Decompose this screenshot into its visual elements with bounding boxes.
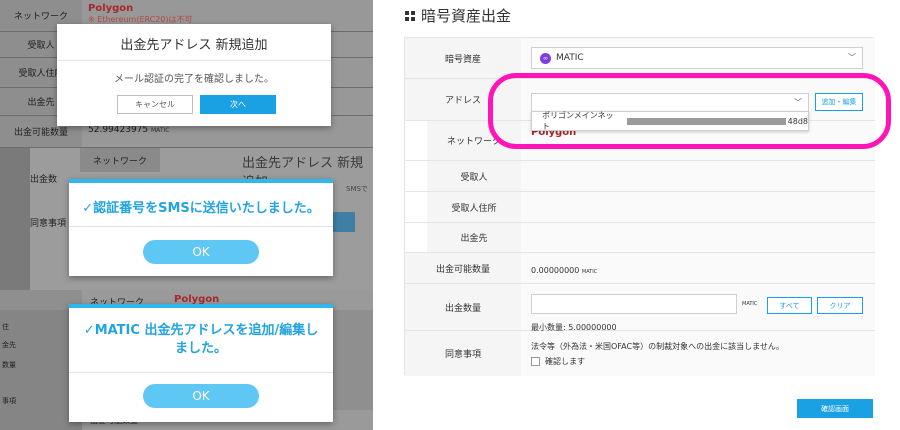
bg-bottom-side-label: 事項 [2,397,16,405]
modal-title: 出金先アドレス 新規追加 [120,38,268,53]
asset-label: 暗号資産 [405,38,521,78]
chevron-down-icon: ﹀ [794,98,802,107]
modal-divider [57,60,331,61]
withdrawal-form: 暗号資産 ∞ MATIC ﹀ アドレス ﹀ 追加・編集 ネットワーク Polyg… [404,37,875,376]
ok-button[interactable]: OK [143,240,259,264]
masked-address [627,117,786,125]
modal-message: ✓認証番号をSMSに送信いたしました。 [82,201,320,216]
modal-message: メール認証の完了を確認しました。 [114,74,274,85]
asset-selected-value: MATIC [556,53,584,63]
clear-button[interactable]: クリア [817,297,863,314]
destination-label: 出金先 [427,223,521,252]
quantity-label: 出金数量 [405,284,521,330]
destination-cell [521,223,875,252]
recipient-label: 受取人 [427,161,521,191]
confirm-screen-button[interactable]: 確認画面 [797,399,873,418]
address-added-modal: ✓MATIC 出金先アドレスを追加/編集しました。 OK [69,304,333,422]
available-unit: MATIC [581,269,598,275]
recipient-cell [521,161,875,191]
sms-sent-modal: ✓認証番号をSMSに送信いたしました。 OK [69,179,333,276]
page-title-text: 暗号資産出金 [421,7,512,25]
row-quantity: 出金数量 MATIC すべて クリア 最小数量: 5.00000000 [405,284,875,332]
row-destination: 出金先 [405,223,875,253]
row-asset: 暗号資産 ∞ MATIC ﹀ [405,38,875,79]
bg-bottom-side-label: 金先 [2,341,16,349]
row-available: 出金可能数量 0.00000000 MATIC [405,253,875,284]
bg-mid-agree-label: 同意事項 [30,219,67,229]
asset-cell: ∞ MATIC ﹀ [521,38,875,78]
available-amount: 0.00000000 MATIC [531,266,597,275]
modal-topbar [69,304,333,308]
modal-topbar [69,179,333,183]
available-label: 出金可能数量 [405,253,521,283]
ok-button[interactable]: OK [143,384,259,408]
add-edit-address-button[interactable]: 追加・編集 [815,93,863,111]
bg-mid-out-label: 出金数 [30,175,58,185]
dropdown-option-suffix: 48d8 [787,116,808,126]
address-dropdown-option[interactable]: ポリゴンメインネット 48d8 [531,111,809,131]
dropdown-option-label: ポリゴンメインネット [542,111,614,131]
quantity-unit: MATIC [742,301,758,307]
recipient-address-cell [521,192,875,222]
network-label: ネットワーク [427,121,521,160]
available-cell: 0.00000000 MATIC [521,253,875,283]
quantity-input[interactable] [531,294,737,314]
quantity-cell: MATIC すべて クリア 最小数量: 5.00000000 [521,284,875,332]
bg-mid-network-label: ネットワーク [80,148,160,172]
modal-message: ✓MATIC 出金先アドレスを追加/編集しました。 [83,323,319,356]
confirm-checkbox-row[interactable]: 確認します [531,356,585,367]
row-recipient-address: 受取人住所 [405,192,875,223]
chevron-down-icon: ﹀ [848,53,856,62]
grid-icon [405,10,415,21]
bg-bottom-side-label: 数量 [2,361,16,369]
email-verified-modal: 出金先アドレス 新規追加 メール認証の完了を確認しました。 キャンセル 次へ [57,24,331,126]
agreement-label: 同意事項 [405,331,521,376]
recipient-address-label: 受取人住所 [427,192,521,222]
bg-network-value: Polygon [88,3,134,14]
confirm-checkbox[interactable] [531,357,540,366]
asset-select[interactable]: ∞ MATIC ﹀ [531,47,863,69]
bg-mid-partial-text: SMSで [346,185,368,193]
row-agreement: 同意事項 法令等（外為法・米国OFAC等）の制裁対象への出金に該当しません。 確… [405,331,875,376]
available-value: 0.00000000 [531,266,580,275]
matic-coin-icon: ∞ [540,52,551,64]
bg-available-unit: MATIC [151,127,170,134]
bg-bottom-side-label: 住 [2,323,9,331]
left-composite-screens: ネットワーク Polygon ※ Ethereum(ERC20)は不可 受取人 … [0,0,373,430]
all-button[interactable]: すべて [767,297,812,314]
address-label: アドレス [405,79,521,120]
agreement-cell: 法令等（外為法・米国OFAC等）の制裁対象への出金に該当しません。 確認します [521,331,875,376]
bg-mid-blue-button [330,212,355,232]
confirm-checkbox-label: 確認します [545,357,585,366]
page-title: 暗号資産出金 [405,5,511,26]
crypto-withdrawal-panel: 暗号資産出金 暗号資産 ∞ MATIC ﹀ アドレス ﹀ 追加・編集 ネットワー… [391,0,900,430]
modal-divider [69,372,333,373]
modal-divider [69,226,333,227]
agreement-text: 法令等（外為法・米国OFAC等）の制裁対象への出金に該当しません。 [531,342,784,351]
cancel-button[interactable]: キャンセル [117,95,193,114]
bg-available-amount: 52.99423975 [88,125,149,135]
next-button[interactable]: 次へ [200,95,276,114]
row-recipient: 受取人 [405,161,875,192]
